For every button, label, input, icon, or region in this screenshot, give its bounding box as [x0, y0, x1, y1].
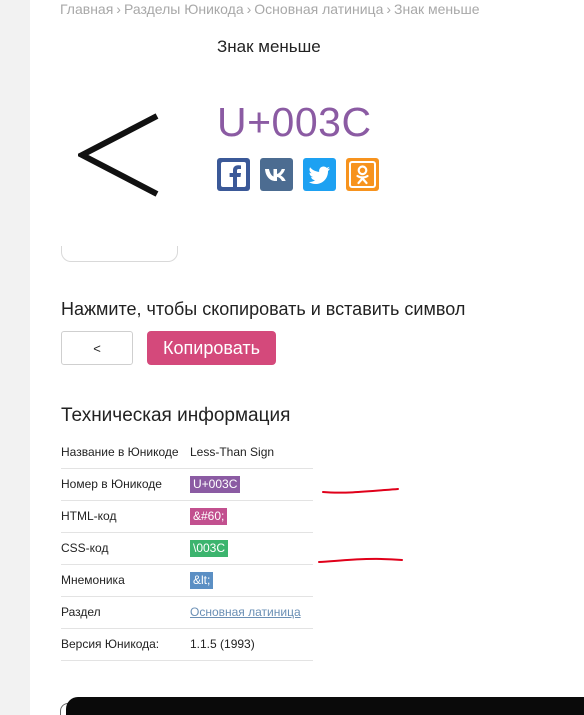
red-underline-mark	[318, 557, 403, 563]
annotation-marks	[318, 488, 403, 563]
red-underline-mark	[322, 488, 399, 494]
black-overlay-bar	[66, 697, 584, 715]
